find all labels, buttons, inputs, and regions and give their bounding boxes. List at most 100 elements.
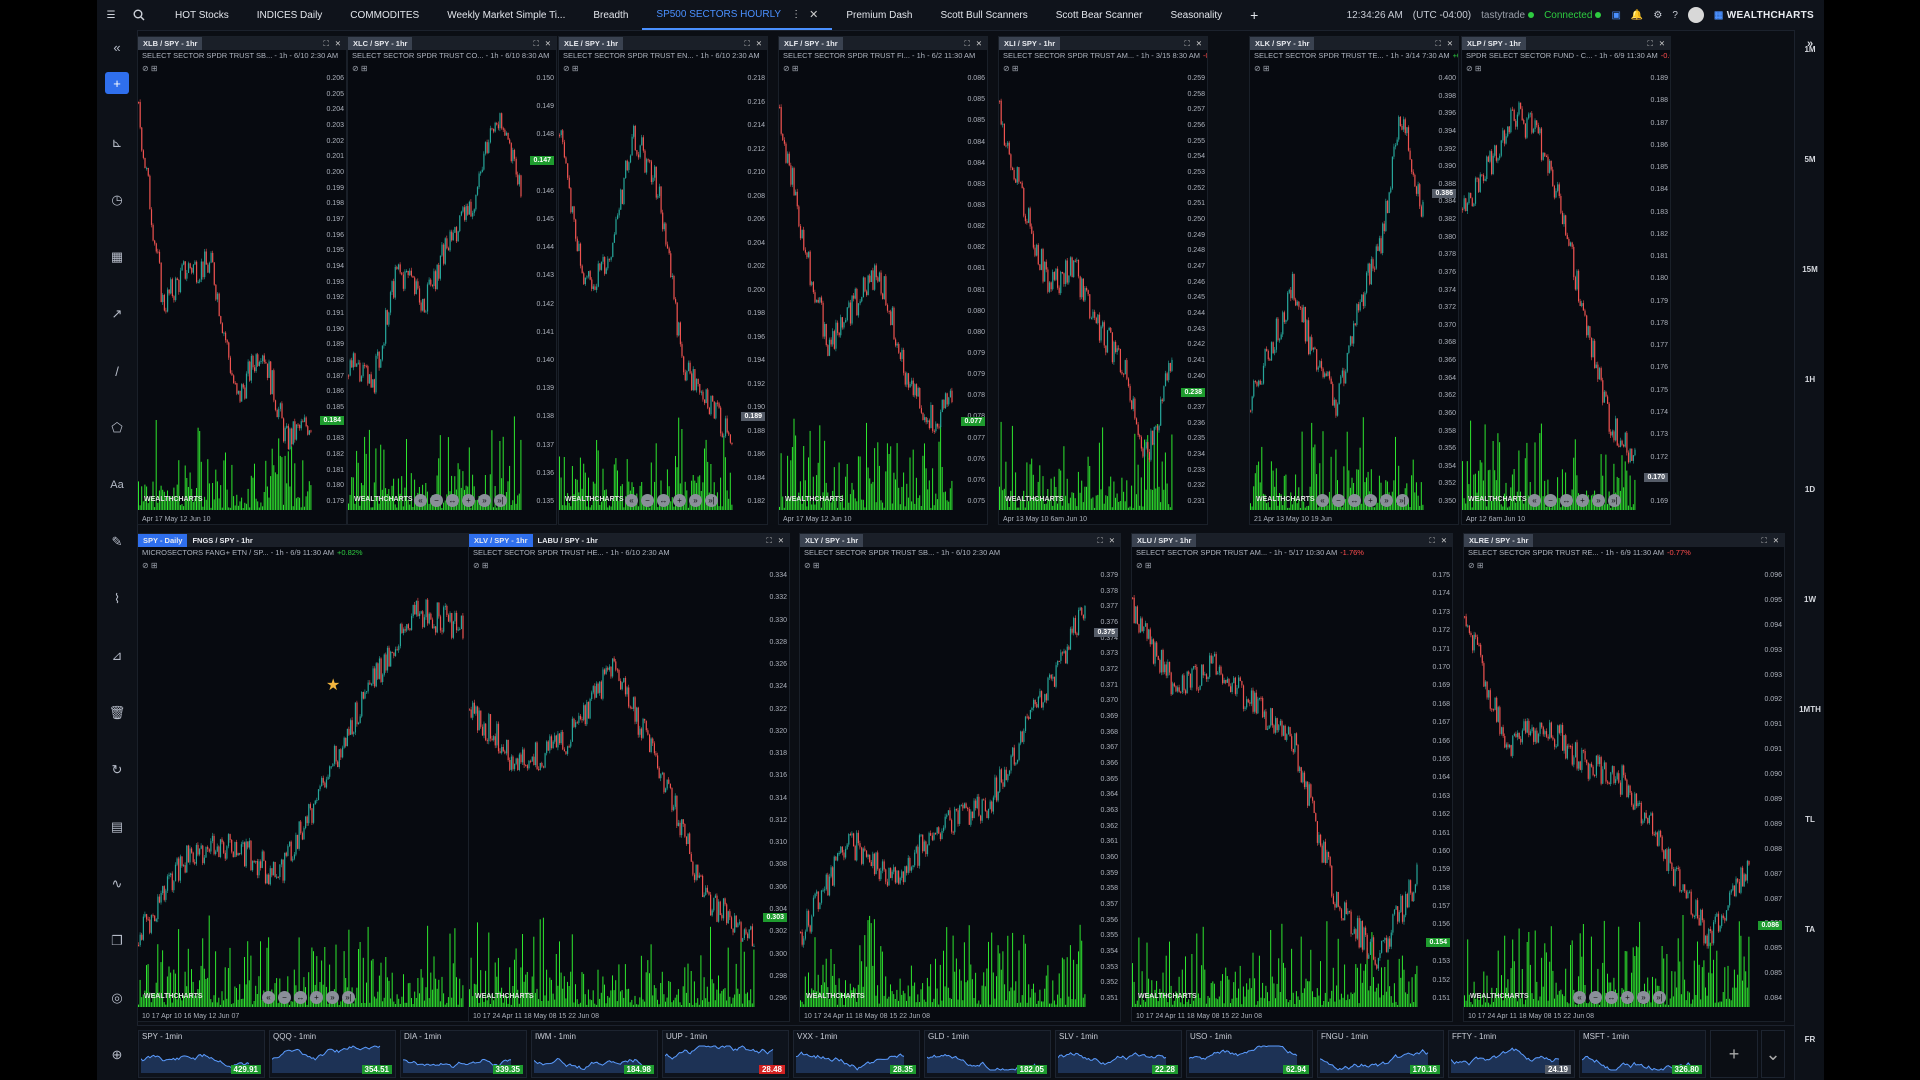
calendar-icon[interactable]: ▦: [105, 246, 129, 268]
chart-panel-xlb[interactable]: XLB / SPY - 1hr ⛶ ✕ SELECT SECTOR SPDR TRUS…: [137, 36, 347, 525]
tab-9[interactable]: Seasonality: [1156, 0, 1236, 30]
timeframe-fr[interactable]: FR: [1795, 1035, 1824, 1044]
chart-nav-button-5[interactable]: »|: [342, 991, 355, 1004]
price-plot[interactable]: [138, 71, 312, 510]
chart-nav-button-4[interactable]: »: [326, 991, 339, 1004]
chart-nav-button-0[interactable]: «: [1528, 494, 1541, 507]
chart-nav-button-2[interactable]: ↔: [657, 494, 670, 507]
chart-nav-button-3[interactable]: +: [673, 494, 686, 507]
chart-nav-button-3[interactable]: +: [1364, 494, 1377, 507]
date-axis[interactable]: 21 Apr 13 May 10 19 Jun: [1254, 516, 1332, 523]
timeframe-1h[interactable]: 1H: [1795, 375, 1824, 384]
price-plot[interactable]: [1250, 71, 1424, 510]
maximize-icon[interactable]: ⛶: [1184, 39, 1189, 49]
add-chart-button[interactable]: +: [105, 72, 129, 94]
maximize-icon[interactable]: ⛶: [1429, 536, 1434, 546]
chart-nav-button-1[interactable]: −: [1332, 494, 1345, 507]
gear-icon[interactable]: ⚙: [1653, 10, 1662, 21]
price-axis[interactable]: 0.189 0.188 0.187 0.186 0.185 0.184 0.183 0.182…: [1638, 71, 1668, 510]
timeframe-15m[interactable]: 15M: [1795, 265, 1824, 274]
indicator-icon[interactable]: ∿: [105, 873, 129, 895]
chart-nav-button-4[interactable]: »: [1380, 494, 1393, 507]
timeframe-ta[interactable]: TA: [1795, 925, 1824, 934]
shapes-icon[interactable]: ⬠: [105, 417, 129, 439]
timezone[interactable]: (UTC -04:00): [1413, 10, 1471, 21]
maximize-icon[interactable]: ⛶: [964, 39, 969, 49]
measure-icon[interactable]: ⌇: [105, 588, 129, 610]
maximize-icon[interactable]: ⛶: [323, 39, 328, 49]
chart-nav-button-5[interactable]: »|: [1608, 494, 1621, 507]
close-icon[interactable]: ✕: [1196, 39, 1202, 49]
chart-nav-button-1[interactable]: −: [1544, 494, 1557, 507]
chart-symbol-tab[interactable]: XLP / SPY - 1hr: [1462, 37, 1526, 50]
chart-symbol-tab[interactable]: XLV / SPY - 1hr: [469, 534, 533, 547]
chart-nav-button-0[interactable]: «: [262, 991, 275, 1004]
help-icon[interactable]: ?: [1672, 10, 1678, 21]
maximize-icon[interactable]: ⛶: [533, 39, 538, 49]
date-axis[interactable]: Apr 17 May 12 Jun 10: [783, 516, 852, 523]
chart-nav-button-2[interactable]: ↔: [1348, 494, 1361, 507]
ruler-icon[interactable]: ⊾: [105, 132, 129, 154]
price-axis[interactable]: 0.1500.1490.1480.1470.1460.1450.1440.143…: [524, 71, 554, 510]
chart-symbol-tab[interactable]: XLC / SPY - 1hr: [348, 37, 413, 50]
chart-nav-button-0[interactable]: «: [1316, 494, 1329, 507]
tab-2[interactable]: COMMODITES: [336, 0, 433, 30]
maximize-icon[interactable]: ⛶: [766, 536, 771, 546]
broker-status[interactable]: tastytrade: [1481, 10, 1535, 21]
price-plot[interactable]: [138, 568, 464, 1007]
chart-panel-xle[interactable]: XLE / SPY - 1hr ⛶ ✕ SELECT SECTOR SPDR TRUS…: [558, 36, 768, 525]
timeframe-1m[interactable]: 1M: [1795, 45, 1824, 54]
maximize-icon[interactable]: ⛶: [744, 39, 749, 49]
chart-symbol-tab-2[interactable]: FNGS / SPY - 1hr: [187, 534, 257, 547]
chart-nav-button-4[interactable]: »: [689, 494, 702, 507]
chart-panel-xlk[interactable]: XLK / SPY - 1hr ⛶ ✕ SELECT SECTOR SPDR TRUS…: [1249, 36, 1459, 525]
tab-close-icon[interactable]: ✕: [809, 8, 818, 21]
search-icon[interactable]: [125, 0, 153, 30]
tab-5[interactable]: SP500 SECTORS HOURLY ⋮ ✕: [642, 0, 833, 30]
chart-nav-button-0[interactable]: «: [414, 494, 427, 507]
price-plot[interactable]: [1132, 568, 1418, 1007]
chart-symbol-tab[interactable]: XLI / SPY - 1hr: [999, 37, 1061, 50]
chart-panel-xlre[interactable]: XLRE / SPY - 1hr ⛶ ✕ SELECT SECTOR SPDR TRU…: [1463, 533, 1785, 1022]
avatar[interactable]: [1687, 7, 1704, 23]
chart-symbol-tab[interactable]: XLF / SPY - 1hr: [779, 37, 843, 50]
chart-panel-xlc[interactable]: XLC / SPY - 1hr ⛶ ✕ SELECT SECTOR SPDR TRUS…: [347, 36, 557, 525]
alert-icon[interactable]: ◎: [105, 987, 129, 1009]
price-plot[interactable]: [779, 71, 953, 510]
price-plot[interactable]: [559, 71, 733, 510]
close-icon[interactable]: ✕: [778, 536, 784, 546]
price-axis[interactable]: 0.259 0.258 0.257 0.256 0.255 0.254 0.253 0.252…: [1175, 71, 1205, 510]
bell-icon[interactable]: 🔔: [1631, 10, 1643, 21]
maximize-icon[interactable]: ⛶: [1097, 536, 1102, 546]
add-tab-button[interactable]: +: [1236, 0, 1272, 30]
timeframe-5m[interactable]: 5M: [1795, 155, 1824, 164]
chart-symbol-tab[interactable]: XLU / SPY - 1hr: [1132, 534, 1197, 547]
chart-symbol-tab[interactable]: XLB / SPY - 1hr: [138, 37, 203, 50]
chart-nav-button-5[interactable]: »|: [1396, 494, 1409, 507]
chart-nav-button-5[interactable]: »|: [494, 494, 507, 507]
tab-8[interactable]: Scott Bear Scanner: [1042, 0, 1157, 30]
chart-symbol-tab[interactable]: XLY / SPY - 1hr: [800, 534, 864, 547]
timeframe-1mth[interactable]: 1MTH: [1795, 705, 1824, 714]
close-icon[interactable]: ✕: [545, 39, 551, 49]
tab-menu-icon[interactable]: ⋮: [791, 9, 801, 20]
chart-nav-button-2[interactable]: ↔: [294, 991, 307, 1004]
price-axis[interactable]: 0.218 0.216 0.214 0.212 0.210 0.208 0.206 0.204…: [735, 71, 765, 510]
trend-icon[interactable]: ↗: [105, 303, 129, 325]
clock-icon[interactable]: ◷: [105, 189, 129, 211]
tab-7[interactable]: Scott Bull Scanners: [926, 0, 1041, 30]
chart-panel-xlv[interactable]: XLV / SPY - 1hr LABU / SPY - 1hr ⛶ ✕ SELECT …: [468, 533, 790, 1022]
chart-nav-button-1[interactable]: −: [278, 991, 291, 1004]
text-tool-icon[interactable]: Aa: [105, 474, 129, 496]
chart-nav-button-4[interactable]: »: [1592, 494, 1605, 507]
close-icon[interactable]: ✕: [1659, 39, 1665, 49]
chart-nav-button-1[interactable]: −: [430, 494, 443, 507]
chart-nav-button-2[interactable]: ↔: [1560, 494, 1573, 507]
chart-nav-button-3[interactable]: +: [1576, 494, 1589, 507]
maximize-icon[interactable]: ⛶: [1647, 39, 1652, 49]
globe-icon[interactable]: ⊕: [105, 1044, 129, 1066]
date-axis[interactable]: 10 17 24 Apr 11 18 May 08 15 22 Jun 08: [804, 1013, 930, 1020]
chart-panel-xlp[interactable]: XLP / SPY - 1hr ⛶ ✕ SPDR SELECT SECTOR FUND…: [1461, 36, 1671, 525]
tab-3[interactable]: Weekly Market Simple Ti...: [433, 0, 579, 30]
price-axis[interactable]: 0.086 0.085 0.085 0.084 0.084 0.083 0.083 0.082…: [955, 71, 985, 510]
